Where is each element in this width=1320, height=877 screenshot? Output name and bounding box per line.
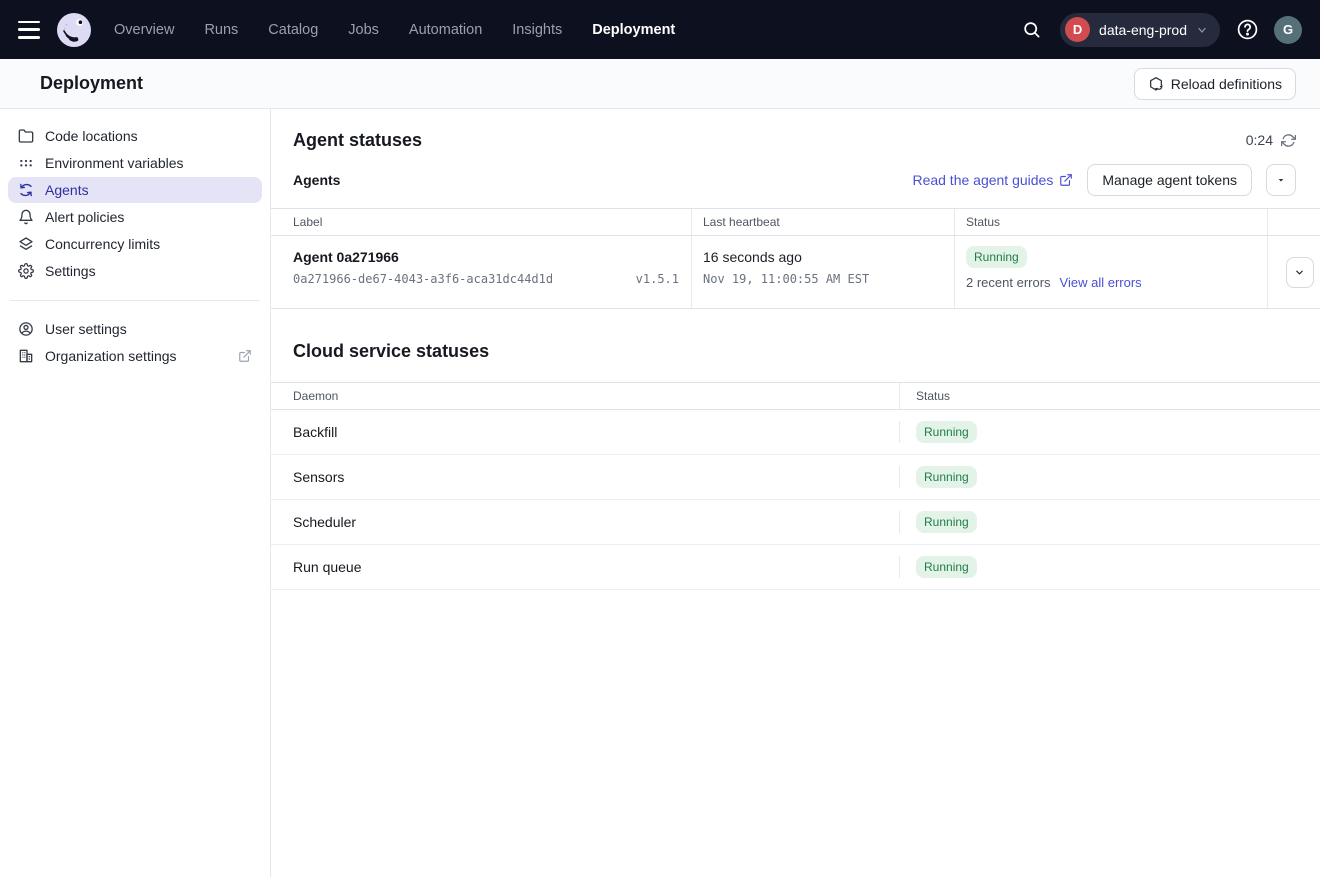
top-navbar: Overview Runs Catalog Jobs Automation In… (0, 0, 1320, 59)
folder-icon (18, 128, 34, 144)
agents-section-label: Agents (293, 172, 340, 188)
daemon-name: Run queue (293, 559, 362, 575)
reload-definitions-button[interactable]: Reload definitions (1134, 68, 1296, 100)
caret-down-icon (1276, 175, 1286, 185)
external-link-icon (1059, 173, 1073, 187)
daemon-row: Backfill Running (271, 410, 1320, 455)
user-icon (18, 321, 34, 337)
bell-icon (18, 209, 34, 225)
cloud-table-header: Daemon Status (271, 383, 1320, 410)
column-header-actions (1267, 209, 1320, 235)
daemon-row: Scheduler Running (271, 500, 1320, 545)
sidebar-item-organization-settings[interactable]: Organization settings (8, 343, 262, 369)
agent-actions-dropdown-button[interactable] (1266, 164, 1296, 196)
manage-agent-tokens-button[interactable]: Manage agent tokens (1087, 164, 1252, 196)
refresh-icon[interactable] (1281, 133, 1296, 148)
cloud-services-table: Daemon Status Backfill Running Sensors R… (271, 382, 1320, 590)
hamburger-menu-icon[interactable] (16, 20, 42, 40)
agent-name: Agent 0a271966 (293, 236, 691, 265)
sidebar-item-user-settings[interactable]: User settings (8, 316, 262, 342)
sidebar-item-concurrency-limits[interactable]: Concurrency limits (8, 231, 262, 257)
agent-row: Agent 0a271966 0a271966-de67-4043-a3f6-a… (271, 236, 1320, 308)
layers-icon (18, 236, 34, 252)
column-header-last-heartbeat: Last heartbeat (691, 209, 954, 235)
sidebar-divider (10, 300, 260, 301)
cloud-service-statuses-title: Cloud service statuses (293, 341, 1296, 362)
page-header: Deployment Reload definitions (0, 59, 1320, 109)
dagster-logo-icon[interactable] (56, 12, 92, 48)
nav-item-overview[interactable]: Overview (114, 22, 174, 38)
sidebar-item-code-locations[interactable]: Code locations (8, 123, 262, 149)
agent-row-expand-button[interactable] (1286, 257, 1314, 288)
refresh-countdown: 0:24 (1246, 132, 1296, 148)
daemon-name: Sensors (293, 469, 344, 485)
status-badge: Running (916, 421, 977, 443)
nav-item-runs[interactable]: Runs (204, 22, 238, 38)
daemon-name: Scheduler (293, 514, 356, 530)
building-icon (18, 348, 34, 364)
workspace-badge: D (1065, 17, 1090, 42)
heartbeat-relative: 16 seconds ago (703, 236, 954, 265)
column-header-status: Status (899, 383, 1320, 409)
chevron-down-icon (1294, 267, 1305, 278)
heartbeat-timestamp: Nov 19, 11:00:55 AM EST (703, 272, 954, 286)
nav-item-automation[interactable]: Automation (409, 22, 482, 38)
workspace-switcher[interactable]: D data-eng-prod (1060, 13, 1220, 47)
agents-sync-icon (18, 182, 34, 198)
recent-errors-text: 2 recent errors (966, 275, 1051, 290)
agent-statuses-title: Agent statuses (293, 130, 422, 151)
nav-item-catalog[interactable]: Catalog (268, 22, 318, 38)
sidebar-item-settings[interactable]: Settings (8, 258, 262, 284)
nav-item-deployment[interactable]: Deployment (592, 22, 675, 38)
column-header-label: Label (271, 209, 691, 235)
search-icon[interactable] (1016, 15, 1046, 45)
gear-icon (18, 263, 34, 279)
column-header-status: Status (954, 209, 1267, 235)
daemon-row: Run queue Running (271, 545, 1320, 590)
view-all-errors-link[interactable]: View all errors (1060, 275, 1142, 290)
status-badge: Running (916, 511, 977, 533)
daemon-name: Backfill (293, 424, 337, 440)
reload-definitions-icon (1148, 76, 1164, 92)
sidebar-item-environment-variables[interactable]: Environment variables (8, 150, 262, 176)
agent-guides-link[interactable]: Read the agent guides (912, 172, 1073, 188)
external-link-icon (238, 349, 252, 363)
countdown-value: 0:24 (1246, 132, 1273, 148)
main-content: Agent statuses 0:24 Agents Read the agen… (271, 109, 1320, 877)
column-header-daemon: Daemon (271, 383, 899, 409)
sidebar-item-alert-policies[interactable]: Alert policies (8, 204, 262, 230)
nav-item-insights[interactable]: Insights (512, 22, 562, 38)
help-icon[interactable] (1234, 17, 1260, 43)
chevron-down-icon (1196, 24, 1208, 36)
agent-version: v1.5.1 (636, 272, 679, 286)
agent-uuid: 0a271966-de67-4043-a3f6-aca31dc44d1d (293, 272, 553, 286)
env-vars-icon (18, 155, 34, 171)
settings-sidebar: Code locations Environment variables Age… (0, 109, 271, 877)
primary-nav: Overview Runs Catalog Jobs Automation In… (114, 22, 675, 38)
status-badge: Running (916, 556, 977, 578)
page-title: Deployment (40, 73, 143, 94)
daemon-row: Sensors Running (271, 455, 1320, 500)
agents-table: Label Last heartbeat Status Agent 0a2719… (271, 208, 1320, 309)
sidebar-item-agents[interactable]: Agents (8, 177, 262, 203)
workspace-name: data-eng-prod (1099, 22, 1187, 38)
agents-table-header: Label Last heartbeat Status (271, 209, 1320, 236)
status-badge: Running (966, 246, 1027, 268)
avatar[interactable]: G (1274, 16, 1302, 44)
nav-item-jobs[interactable]: Jobs (348, 22, 379, 38)
status-badge: Running (916, 466, 977, 488)
